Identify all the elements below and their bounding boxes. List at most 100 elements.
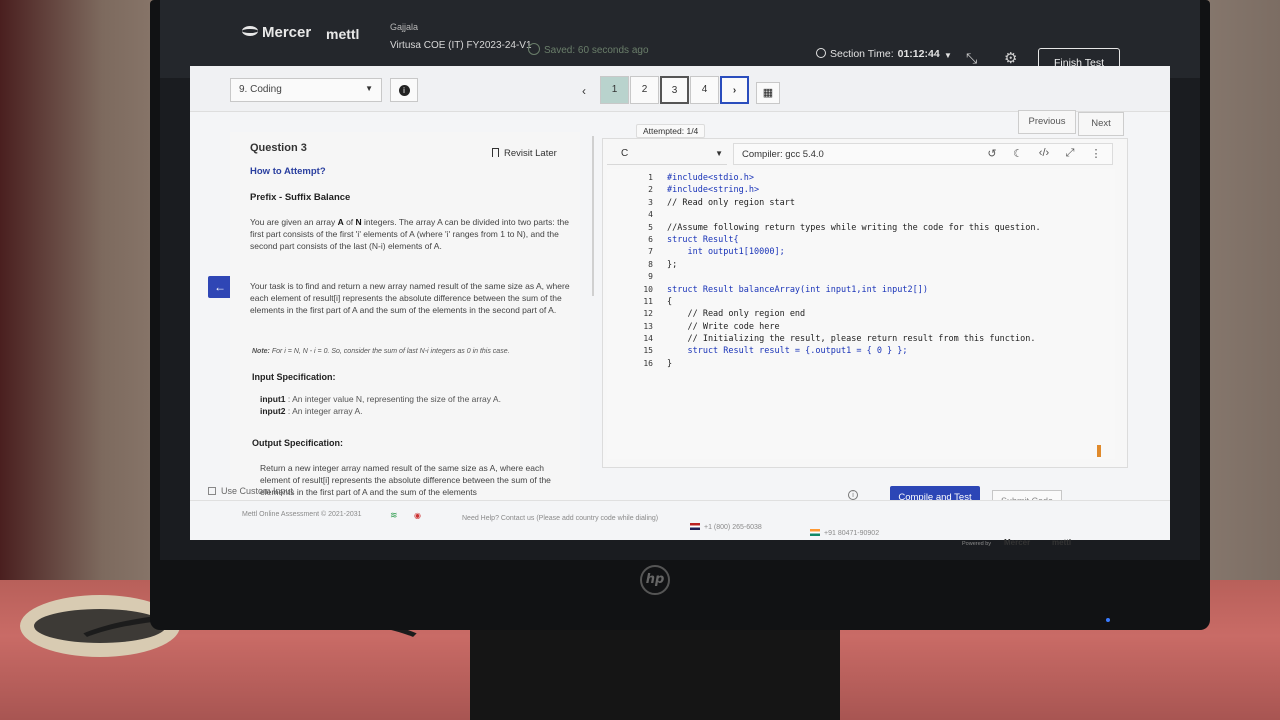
- chevron-down-icon: ▼: [715, 149, 723, 158]
- panel-resize-handle[interactable]: [592, 136, 594, 296]
- reset-icon[interactable]: ↺: [979, 147, 1005, 160]
- question-panel: Question 3 Revisit Later How to Attempt?…: [230, 132, 580, 502]
- code-line[interactable]: // Initializing the result, please retur…: [667, 334, 1107, 346]
- use-custom-input[interactable]: Use Custom Input: [208, 486, 293, 496]
- chevron-down-icon: ▼: [365, 84, 373, 93]
- code-line[interactable]: struct Result result = {.output1 = { 0 }…: [667, 346, 1107, 358]
- line-number: 5: [648, 222, 653, 232]
- bookmark-icon: [492, 148, 499, 157]
- input2-spec: input2 : An integer array A.: [260, 406, 363, 416]
- powered-by: Powered by: [962, 541, 992, 547]
- code-line[interactable]: [667, 210, 1107, 222]
- editor-toolbar: ↺ ☾ ‹/› ⤢ ⋮: [979, 147, 1109, 160]
- prev-question-arrow[interactable]: ‹: [582, 84, 586, 98]
- input-spec-heading: Input Specification:: [252, 372, 336, 382]
- code-line[interactable]: #include<string.h>: [667, 185, 1107, 197]
- question-button-2[interactable]: 2: [630, 76, 659, 104]
- attempted-badge: Attempted: 1/4: [636, 124, 706, 138]
- help-text: Need Help? Contact us (Please add countr…: [462, 515, 659, 522]
- input1-spec: input1 : An integer value N, representin…: [260, 394, 501, 404]
- arrow-left-icon[interactable]: ←: [208, 276, 232, 298]
- footer: Mettl Online Assessment © 2021-2031 ≋ ◉ …: [190, 500, 1170, 547]
- code-text[interactable]: #include<stdio.h> #include<string.h>// Re…: [667, 173, 1107, 371]
- code-line[interactable]: struct Result{: [667, 235, 1107, 247]
- previous-button[interactable]: Previous: [1018, 110, 1076, 134]
- hp-logo-icon: hp: [640, 565, 670, 595]
- question-title: Question 3: [250, 142, 307, 154]
- line-number: 6: [648, 234, 653, 244]
- question-pager: 1 2 3 4 ›: [600, 76, 750, 106]
- line-number: 4: [648, 210, 653, 220]
- language-dropdown[interactable]: C ▼: [607, 145, 727, 165]
- section-dropdown[interactable]: 9. Coding ▼: [230, 78, 382, 102]
- code-area[interactable]: 1 2 3 4 5 6 7 8 9 10 11 12 13 14 15 16 #include<stdio.h…: [607, 169, 1115, 459]
- line-number: 15: [643, 346, 653, 356]
- cloud-saved-icon: [528, 43, 540, 55]
- timer-dropdown-icon[interactable]: ▼: [944, 51, 952, 60]
- code-icon[interactable]: ‹/›: [1031, 147, 1057, 160]
- line-number: 2: [648, 185, 653, 195]
- next-question-arrow[interactable]: ›: [720, 76, 749, 104]
- output-spec-text: Return a new integer array named result …: [260, 463, 551, 497]
- line-number: 8: [648, 259, 653, 269]
- power-led: [1106, 618, 1110, 622]
- question-button-4[interactable]: 4: [690, 76, 719, 104]
- code-line[interactable]: [667, 272, 1107, 284]
- line-number: 11: [643, 296, 653, 306]
- collapse-icon[interactable]: ⤡: [966, 50, 977, 67]
- line-number: 1: [648, 173, 653, 182]
- code-line[interactable]: // Read only region start: [667, 198, 1107, 210]
- line-number: 13: [643, 321, 653, 331]
- footer-mettl-logo: mettl: [1052, 538, 1072, 547]
- line-number: 16: [643, 358, 653, 368]
- moon-icon[interactable]: ☾: [1005, 147, 1031, 160]
- test-title: Virtusa COE (IT) FY2023-24-V1: [390, 40, 532, 51]
- line-number: 12: [643, 309, 653, 319]
- mercer-logo: Mercer: [242, 24, 311, 41]
- code-line[interactable]: // Write code here: [667, 322, 1107, 334]
- india-flag-icon: [810, 529, 820, 536]
- phone-in: +91 80471-90902: [810, 529, 879, 537]
- question-navbar: 9. Coding ▼ i ‹ 1 2 3 4 › ▦: [190, 66, 1170, 112]
- grid-view-icon[interactable]: ▦: [756, 82, 780, 104]
- section-info-button[interactable]: i: [390, 78, 418, 102]
- code-line[interactable]: #include<stdio.h>: [667, 173, 1107, 185]
- mettl-logo: mettl: [326, 26, 360, 42]
- question-button-1[interactable]: 1: [600, 76, 629, 104]
- line-number: 7: [648, 247, 653, 257]
- expand-icon[interactable]: ⤢: [1057, 147, 1083, 160]
- footer-mercer-logo: Mercer: [1004, 538, 1031, 547]
- line-number: 9: [648, 272, 653, 282]
- test-app: 9. Coding ▼ i ‹ 1 2 3 4 › ▦ Attempted: 1/…: [190, 66, 1170, 536]
- wifi-icon: ≋: [390, 510, 398, 520]
- timer-value: 01:12:44: [897, 48, 940, 60]
- revisit-later-button[interactable]: Revisit Later: [492, 148, 557, 159]
- gear-icon[interactable]: ⚙: [1004, 49, 1017, 67]
- code-line[interactable]: {: [667, 297, 1107, 309]
- more-icon[interactable]: ⋮: [1083, 147, 1109, 160]
- section-timer: Section Time: 01:12:44: [816, 48, 940, 60]
- code-line[interactable]: //Assume following return types while wr…: [667, 223, 1107, 235]
- line-number: 14: [643, 334, 653, 344]
- code-line[interactable]: struct Result balanceArray(int input1,in…: [667, 285, 1107, 297]
- scrollbar-marker: [1097, 445, 1101, 457]
- us-flag-icon: [690, 523, 700, 530]
- problem-note: Note: For i = N, N - i = 0. So, consider…: [252, 348, 510, 355]
- copyright: Mettl Online Assessment © 2021-2031: [242, 511, 362, 518]
- how-to-attempt-link[interactable]: How to Attempt?: [250, 166, 326, 177]
- checkbox[interactable]: [208, 487, 216, 495]
- code-line[interactable]: };: [667, 260, 1107, 272]
- question-button-3[interactable]: 3: [660, 76, 689, 104]
- next-button[interactable]: Next: [1078, 112, 1124, 136]
- code-line[interactable]: }: [667, 359, 1107, 371]
- user-name: Gajjala: [390, 22, 419, 32]
- problem-paragraph-1: You are given an array A of N integers. …: [250, 217, 569, 251]
- recording-icon: ◉: [414, 511, 421, 520]
- phone-us: +1 (800) 265-6038: [690, 523, 762, 531]
- line-number-gutter: 1 2 3 4 5 6 7 8 9 10 11 12 13 14 15 16: [627, 173, 653, 371]
- code-line[interactable]: int output1[10000];: [667, 247, 1107, 259]
- code-line[interactable]: // Read only region end: [667, 309, 1107, 321]
- info-icon[interactable]: i: [848, 490, 858, 500]
- saved-status: Saved: 60 seconds ago: [544, 45, 649, 56]
- screen: Mercer mettl Gajjala Virtusa COE (IT) FY…: [160, 0, 1200, 560]
